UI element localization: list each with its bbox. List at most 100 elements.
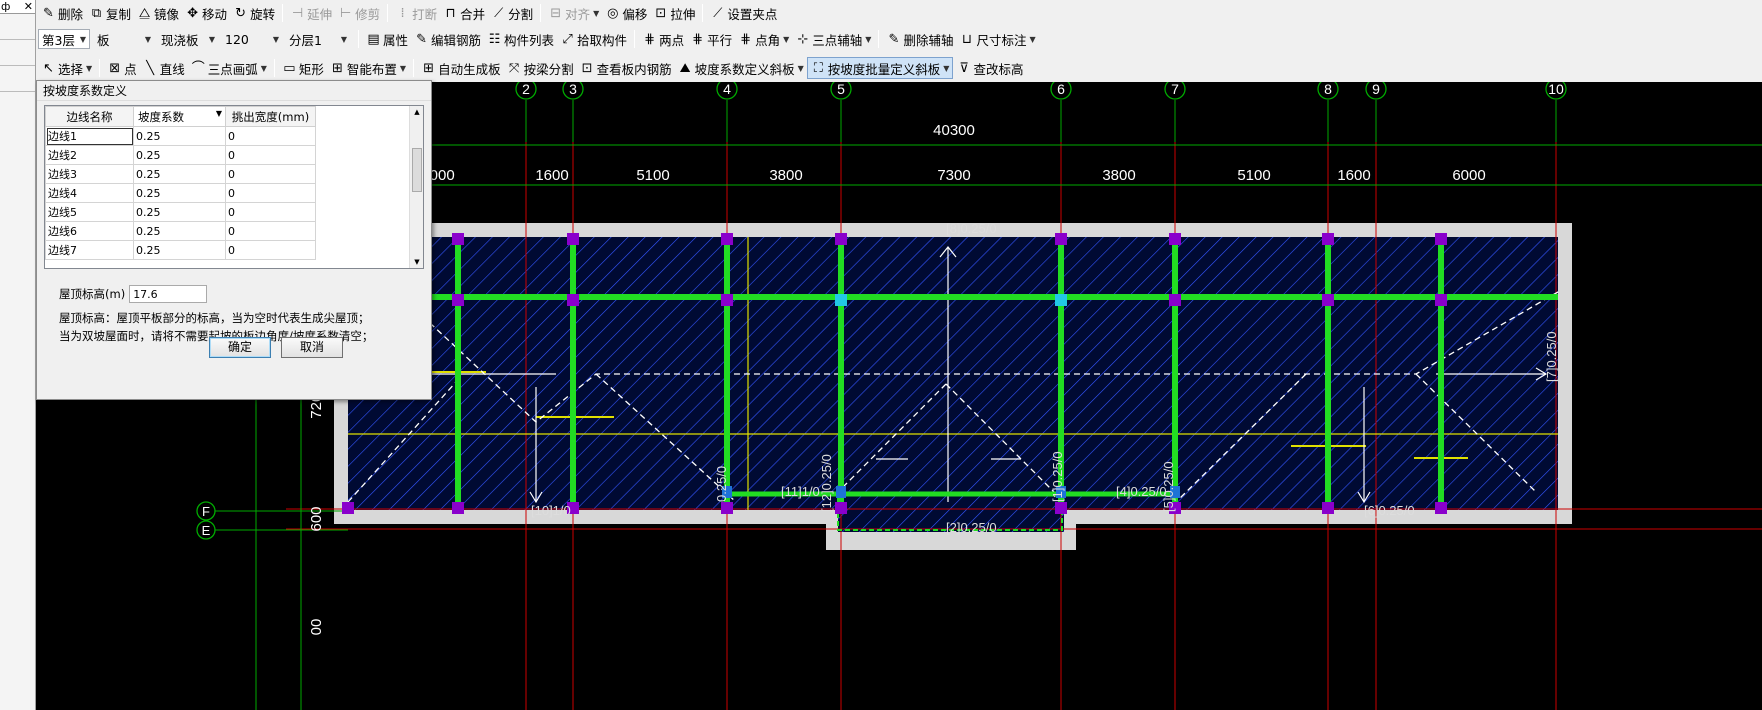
table-row[interactable]: 边线1 0.25 0 bbox=[45, 126, 316, 146]
two-point-button[interactable]: ⋕ 两点 bbox=[639, 28, 687, 50]
chevron-down-icon: ▼ bbox=[272, 34, 279, 44]
view-rebar-button[interactable]: ⊡ 查看板内钢筋 bbox=[577, 57, 675, 79]
table-row[interactable]: 边线7 0.25 0 bbox=[45, 240, 316, 260]
slope-cell[interactable]: 0.25 bbox=[133, 202, 226, 222]
ok-button[interactable]: 确定 bbox=[209, 337, 271, 358]
table-row[interactable]: 边线6 0.25 0 bbox=[45, 221, 316, 241]
point-angle-button[interactable]: ⋕ 点角 ▼ bbox=[735, 28, 792, 50]
axis-number: 7 bbox=[1171, 82, 1179, 97]
edge-name-cell[interactable]: 边线1 bbox=[45, 126, 134, 146]
node-marker bbox=[835, 233, 847, 245]
arc-button[interactable]: ⌒ 三点画弧 ▼ bbox=[188, 57, 270, 79]
floor-select[interactable]: 第3层 ▼ bbox=[38, 29, 90, 49]
mirror-button[interactable]: ⧋ 镜像 bbox=[134, 2, 182, 24]
pick-component-button[interactable]: ⤢ 拾取构件 bbox=[557, 28, 630, 50]
line-button[interactable]: ╲ 直线 bbox=[140, 57, 188, 79]
component-list-icon: ☷ bbox=[488, 31, 501, 47]
col-header-overhang[interactable]: 挑出宽度(mm) bbox=[225, 106, 316, 127]
col-header-edge-name[interactable]: 边线名称 bbox=[45, 106, 134, 127]
edge-name-cell[interactable]: 边线4 bbox=[45, 183, 134, 203]
edge-name-cell[interactable]: 边线2 bbox=[45, 145, 134, 165]
edit-rebar-button[interactable]: ✎ 编辑钢筋 bbox=[411, 28, 484, 50]
scroll-up-icon[interactable]: ▲ bbox=[410, 108, 423, 116]
left-panel-close-icon[interactable]: ✕ bbox=[24, 0, 33, 13]
overhang-cell[interactable]: 0 bbox=[225, 126, 316, 146]
toolbar-button-label: 两点 bbox=[659, 32, 685, 48]
offset-button[interactable]: ◎ 偏移 bbox=[602, 2, 650, 24]
overhang-cell[interactable]: 0 bbox=[225, 221, 316, 241]
table-row[interactable]: 边线3 0.25 0 bbox=[45, 164, 316, 184]
split-button[interactable]: ⟋ 分割 bbox=[488, 2, 536, 24]
overhang-cell[interactable]: 0 bbox=[225, 240, 316, 260]
dim-vertical-600: 600 bbox=[308, 506, 325, 531]
trim-icon: ⊢ bbox=[339, 5, 352, 21]
three-point-axis-icon: ⊹ bbox=[797, 31, 809, 47]
edge-label: [7]0.25/0 bbox=[1544, 331, 1559, 382]
type-select[interactable]: 现浇板 ▼ bbox=[158, 29, 218, 49]
table-row[interactable]: 边线5 0.25 0 bbox=[45, 202, 316, 222]
slope-define-button[interactable]: ⛰ 坡度系数定义斜板 ▼ bbox=[675, 57, 807, 79]
overhang-cell[interactable]: 0 bbox=[225, 164, 316, 184]
scroll-thumb[interactable] bbox=[412, 148, 422, 192]
select-cursor-button[interactable]: ↖ 选择 ▼ bbox=[38, 57, 95, 79]
mirror-icon: ⧋ bbox=[138, 5, 151, 21]
toolbar-button-label: 自动生成板 bbox=[438, 61, 501, 77]
col-header-slope[interactable]: 坡度系数 ▼ bbox=[133, 106, 226, 127]
delete-axis-button[interactable]: ✎ 删除辅轴 bbox=[883, 28, 956, 50]
toolbar-button-label: 属性 bbox=[383, 32, 409, 48]
layer-select[interactable]: 分层1 ▼ bbox=[286, 29, 350, 49]
trim-button[interactable]: ⊢ 修剪 bbox=[335, 2, 383, 24]
toolbar-button-label: 合并 bbox=[460, 6, 486, 22]
overhang-cell[interactable]: 0 bbox=[225, 202, 316, 222]
edge-name-cell[interactable]: 边线6 bbox=[45, 221, 134, 241]
grid-scrollbar[interactable]: ▲ ▼ bbox=[409, 106, 423, 268]
stretch-button[interactable]: ⊡ 拉伸 bbox=[650, 2, 698, 24]
delete-pen-button[interactable]: ✎ 删除 bbox=[38, 2, 86, 24]
cancel-button[interactable]: 取消 bbox=[281, 337, 343, 358]
smart-layout-button[interactable]: ⊞ 智能布置 ▼ bbox=[327, 57, 409, 79]
align-button[interactable]: ⊟ 对齐 ▼ bbox=[545, 2, 602, 24]
category-select[interactable]: 板 ▼ bbox=[94, 29, 154, 49]
stretch-icon: ⊡ bbox=[655, 5, 667, 21]
copy-button[interactable]: ⧉ 复制 bbox=[86, 2, 134, 24]
batch-slope-button[interactable]: ⛶ 按坡度批量定义斜板 ▼ bbox=[806, 57, 954, 79]
split-by-beam-button[interactable]: ⤧ 按梁分割 bbox=[504, 57, 577, 79]
toolbar-button-label: 智能布置 bbox=[346, 61, 397, 77]
slope-cell[interactable]: 0.25 bbox=[133, 221, 226, 241]
parallel-button[interactable]: ⋕ 平行 bbox=[687, 28, 735, 50]
slope-cell[interactable]: 0.25 bbox=[133, 183, 226, 203]
point-button[interactable]: ⊠ 点 bbox=[104, 57, 140, 79]
roof-elevation-input[interactable] bbox=[129, 285, 208, 303]
slope-cell[interactable]: 0.25 bbox=[133, 145, 226, 165]
toolbar-button-label: 坡度系数定义斜板 bbox=[694, 61, 795, 77]
rotate-button[interactable]: ↻ 旋转 bbox=[230, 2, 278, 24]
dim-span: 1600 bbox=[1337, 167, 1370, 184]
break-button[interactable]: ⁞ 打断 bbox=[392, 2, 440, 24]
slope-cell[interactable]: 0.25 bbox=[133, 126, 226, 146]
table-row[interactable]: 边线2 0.25 0 bbox=[45, 145, 316, 165]
move-button[interactable]: ✥ 移动 bbox=[182, 2, 230, 24]
overhang-cell[interactable]: 0 bbox=[225, 183, 316, 203]
node-marker bbox=[567, 294, 579, 306]
auto-slab-button[interactable]: ⊞ 自动生成板 bbox=[418, 57, 504, 79]
rectangle-button[interactable]: ▭ 矩形 bbox=[279, 57, 327, 79]
slope-cell[interactable]: 0.25 bbox=[133, 240, 226, 260]
table-row[interactable]: 边线4 0.25 0 bbox=[45, 183, 316, 203]
three-point-axis-button[interactable]: ⊹ 三点辅轴 ▼ bbox=[792, 28, 874, 50]
overhang-cell[interactable]: 0 bbox=[225, 145, 316, 165]
dimension-button[interactable]: ⊔ 尺寸标注 ▼ bbox=[956, 28, 1038, 50]
properties-button[interactable]: ▤ 属性 bbox=[363, 28, 411, 50]
edge-name-cell[interactable]: 边线3 bbox=[45, 164, 134, 184]
edge-name-cell[interactable]: 边线5 bbox=[45, 202, 134, 222]
extend-button[interactable]: ⊣ 延伸 bbox=[287, 2, 335, 24]
slope-cell[interactable]: 0.25 bbox=[133, 164, 226, 184]
elevation-button[interactable]: ⊽ 查改标高 bbox=[953, 57, 1026, 79]
edge-name-cell[interactable]: 边线7 bbox=[45, 240, 134, 260]
toolbar-button-label: 删除辅轴 bbox=[903, 32, 954, 48]
component-list-button[interactable]: ☷ 构件列表 bbox=[484, 28, 557, 50]
thickness-select[interactable]: 120 ▼ bbox=[222, 29, 282, 49]
grip-button[interactable]: ⟋ 设置夹点 bbox=[707, 2, 780, 24]
toolbar-button-label: 镜像 bbox=[154, 6, 180, 22]
scroll-down-icon[interactable]: ▼ bbox=[410, 258, 423, 266]
merge-button[interactable]: ⊓ 合并 bbox=[440, 2, 488, 24]
